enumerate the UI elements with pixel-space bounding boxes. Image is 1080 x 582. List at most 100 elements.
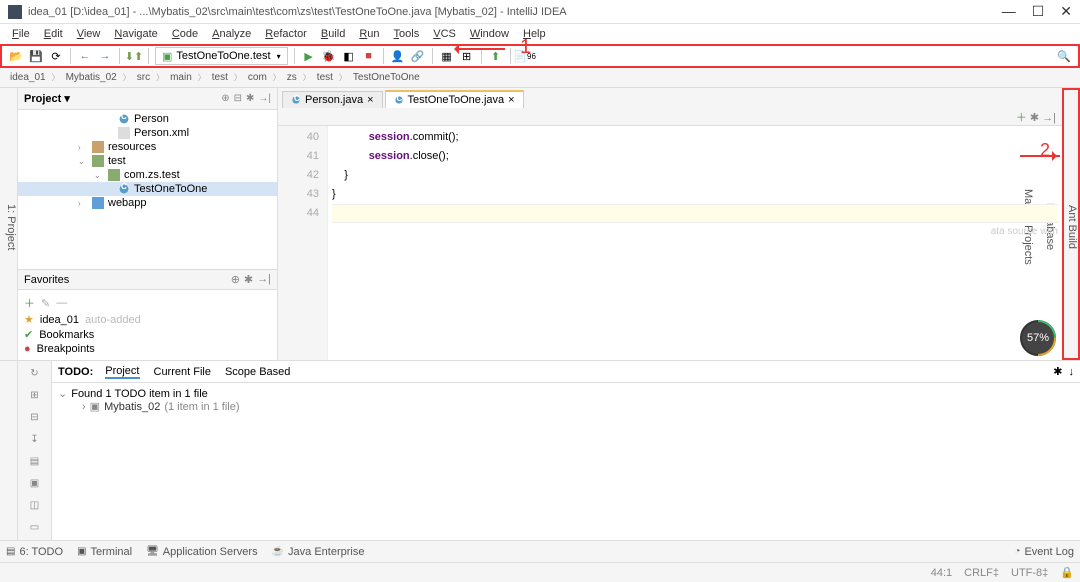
menu-refactor[interactable]: Refactor xyxy=(259,26,313,42)
fav-hide-icon[interactable]: →| xyxy=(257,273,271,286)
search-everywhere-icon[interactable]: 🔍 xyxy=(1056,48,1072,64)
todo-tab-scope[interactable]: Scope Based xyxy=(225,366,290,378)
menu-edit[interactable]: Edit xyxy=(38,26,69,42)
annotation-1: 1 xyxy=(520,36,531,59)
todo-collapse-icon[interactable]: ⊟ xyxy=(27,409,43,425)
main-toolbar: 📂 💾 ⟳ ← → ⬇⬆ ▣TestOneToOne.test ▶ 🐞 ◧ ■ … xyxy=(0,44,1080,68)
editor-hide-icon[interactable]: →| xyxy=(1042,112,1056,124)
deploy-icon[interactable]: ⬆ xyxy=(488,48,504,64)
todo-tab[interactable]: ▤ 6: TODO xyxy=(6,546,63,558)
editor-add-icon[interactable]: ＋ xyxy=(1016,112,1027,124)
build-icon[interactable]: ⬇⬆ xyxy=(126,48,142,64)
menu-file[interactable]: File xyxy=(6,26,36,42)
fav-breakpoints[interactable]: ●Breakpoints xyxy=(24,342,271,356)
tab-testonetoone[interactable]: TestOneToOne.java× xyxy=(385,90,524,108)
project-tree[interactable]: Person Person.xml ›resources ⌄test ⌄com.… xyxy=(18,110,277,269)
close-button[interactable]: ✕ xyxy=(1060,3,1072,20)
breadcrumb-item[interactable]: idea_01 xyxy=(6,71,50,84)
eventlog-tab[interactable]: ◔ Event Log xyxy=(1014,546,1074,558)
coverage-icon[interactable]: ◧ xyxy=(341,48,357,64)
scroll-from-source-icon[interactable]: ⊕ xyxy=(221,93,229,104)
line-separator[interactable]: CRLF‡ xyxy=(964,567,999,579)
sync-icon[interactable]: ⟳ xyxy=(48,48,64,64)
todo-autoscroll-icon[interactable]: ↧ xyxy=(27,431,43,447)
todo-hide-icon[interactable]: ↓ xyxy=(1069,366,1075,378)
menu-run[interactable]: Run xyxy=(353,26,385,42)
tab-person[interactable]: Person.java× xyxy=(282,91,383,108)
breadcrumb-item[interactable]: test xyxy=(208,71,232,84)
lock-icon[interactable]: 🔒 xyxy=(1060,566,1074,579)
menu-build[interactable]: Build xyxy=(315,26,351,42)
open-icon[interactable]: 📂 xyxy=(8,48,24,64)
back-icon[interactable]: ← xyxy=(77,48,93,64)
annotation-2: 2 xyxy=(1040,140,1050,161)
todo-package-icon[interactable]: ◫ xyxy=(27,497,43,513)
code-editor[interactable]: 4041424344 session.commit(); session.clo… xyxy=(278,126,1062,360)
breadcrumb-item[interactable]: TestOneToOne xyxy=(349,71,424,84)
todo-rerun-icon[interactable]: ↻ xyxy=(27,365,43,381)
close-tab-icon[interactable]: × xyxy=(508,94,514,106)
menu-window[interactable]: Window xyxy=(464,26,515,42)
fav-bookmarks[interactable]: ✔Bookmarks xyxy=(24,327,271,342)
run-icon[interactable]: ▶ xyxy=(301,48,317,64)
maximize-button[interactable]: ☐ xyxy=(1032,3,1045,20)
menu-view[interactable]: View xyxy=(71,26,107,42)
project-tool-tab[interactable]: 1: Project xyxy=(5,204,17,250)
save-icon[interactable]: 💾 xyxy=(28,48,44,64)
todo-expand-icon[interactable]: ⊞ xyxy=(27,387,43,403)
hide-icon[interactable]: →| xyxy=(258,93,271,104)
progress-indicator[interactable]: 57% xyxy=(1020,320,1056,356)
stop-icon[interactable]: ■ xyxy=(361,48,377,64)
menu-analyze[interactable]: Analyze xyxy=(206,26,257,42)
menubar: FileEditViewNavigateCodeAnalyzeRefactorB… xyxy=(0,24,1080,44)
edit-fav-icon[interactable]: ✎ xyxy=(41,297,50,310)
breadcrumb-item[interactable]: com xyxy=(244,71,271,84)
todo-tab-project[interactable]: Project xyxy=(105,365,139,379)
status-bar: 44:1 CRLF‡ UTF-8‡ 🔒 xyxy=(0,562,1080,582)
encoding[interactable]: UTF-8‡ xyxy=(1011,567,1048,579)
profile-icon[interactable]: 👤 xyxy=(390,48,406,64)
todo-tab-current[interactable]: Current File xyxy=(154,366,211,378)
favorites-title: Favorites xyxy=(24,274,69,286)
todo-tree[interactable]: ⌄Found 1 TODO item in 1 file ›▣Mybatis_0… xyxy=(52,383,1080,540)
breadcrumb-item[interactable]: src xyxy=(133,71,154,84)
javaee-tab[interactable]: ☕ Java Enterprise xyxy=(272,546,365,558)
breadcrumb-item[interactable]: test xyxy=(313,71,337,84)
breadcrumb-item[interactable]: main xyxy=(166,71,196,84)
appservers-tab[interactable]: 🖥 Application Servers xyxy=(146,546,257,558)
window-title: idea_01 [D:\idea_01] - ...\Mybatis_02\sr… xyxy=(28,6,1002,18)
menu-navigate[interactable]: Navigate xyxy=(108,26,163,42)
settings-icon[interactable]: ✱ xyxy=(246,93,254,104)
add-fav-icon[interactable]: ＋ xyxy=(24,295,35,311)
terminal-tab[interactable]: ▣ Terminal xyxy=(77,546,132,558)
forward-icon[interactable]: → xyxy=(97,48,113,64)
cursor-position: 44:1 xyxy=(931,567,952,579)
menu-vcs[interactable]: VCS xyxy=(427,26,462,42)
todo-preview-icon[interactable]: ▤ xyxy=(27,453,43,469)
collapse-icon[interactable]: ⊟ xyxy=(234,93,242,104)
todo-flatten-icon[interactable]: ▭ xyxy=(27,519,43,535)
menu-code[interactable]: Code xyxy=(166,26,204,42)
navigation-bar: idea_01〉Mybatis_02〉src〉main〉test〉com〉zs〉… xyxy=(0,68,1080,88)
debug-icon[interactable]: 🐞 xyxy=(321,48,337,64)
todo-settings-icon[interactable]: ✱ xyxy=(1053,365,1062,378)
schema-icon[interactable]: ⊞ xyxy=(459,48,475,64)
todo-module-icon[interactable]: ▣ xyxy=(27,475,43,491)
breadcrumb-item[interactable]: zs xyxy=(283,71,301,84)
todo-gutter: ↻ ⊞ ⊟ ↧ ▤ ▣ ◫ ▭ xyxy=(18,361,52,540)
del-fav-icon[interactable]: — xyxy=(56,297,67,309)
todo-panel: ↻ ⊞ ⊟ ↧ ▤ ▣ ◫ ▭ TODO: Project Current Fi… xyxy=(0,360,1080,540)
breadcrumb-item[interactable]: Mybatis_02 xyxy=(62,71,121,84)
antbuild-tool-tab[interactable]: Ant Build xyxy=(1066,205,1078,249)
fav-item[interactable]: ★idea_01 auto-added xyxy=(24,312,271,327)
menu-tools[interactable]: Tools xyxy=(388,26,426,42)
run-config-dropdown[interactable]: ▣TestOneToOne.test xyxy=(155,47,288,65)
editor-settings-icon[interactable]: ✱ xyxy=(1030,112,1039,124)
fav-settings-icon[interactable]: ✱ xyxy=(244,273,253,286)
ghost-text: ata source with xyxy=(991,226,1058,237)
attach-icon[interactable]: 🔗 xyxy=(410,48,426,64)
minimize-button[interactable]: — xyxy=(1002,3,1016,20)
editor-area: Person.java× TestOneToOne.java× ＋ ✱ →| 4… xyxy=(278,88,1062,360)
fav-add-icon[interactable]: ⊕ xyxy=(231,273,240,286)
close-tab-icon[interactable]: × xyxy=(367,94,373,106)
